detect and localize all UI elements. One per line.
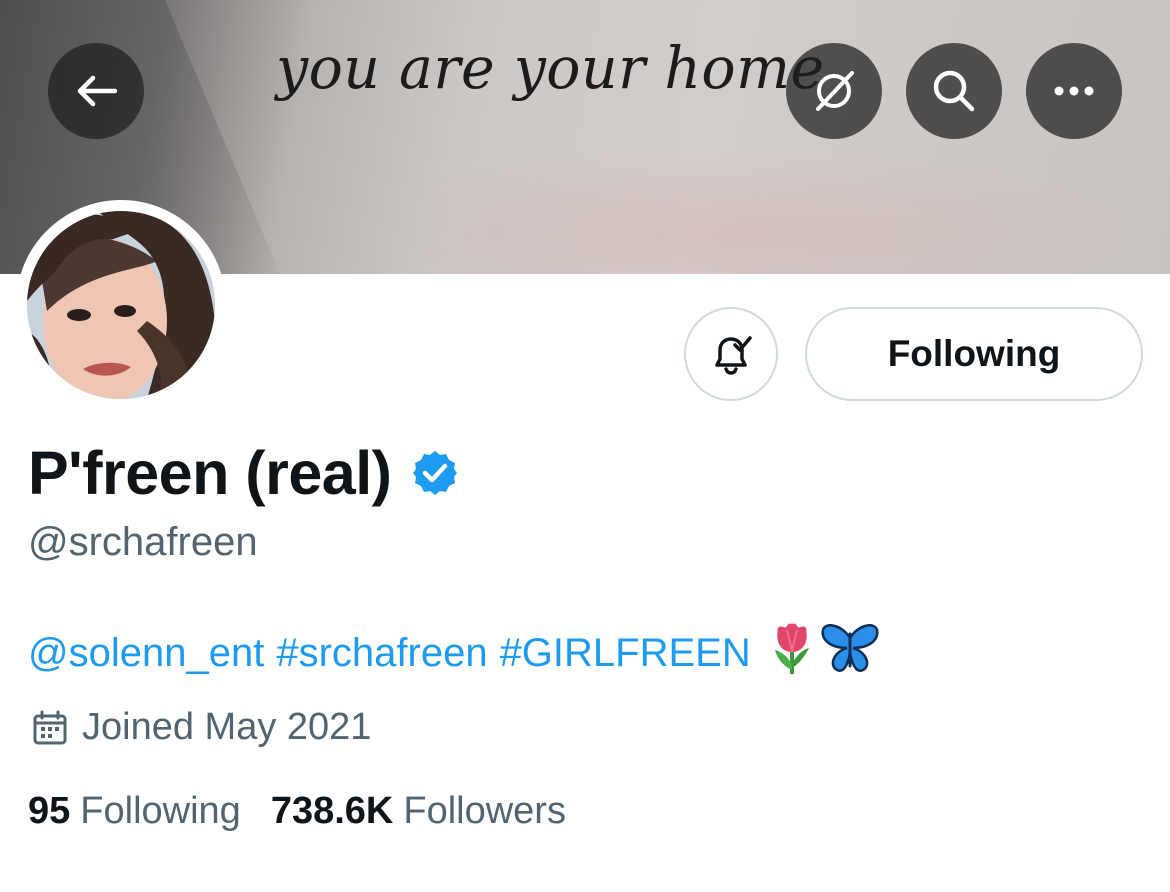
search-icon (933, 70, 975, 112)
search-button[interactable] (906, 43, 1002, 139)
bell-check-icon (715, 336, 752, 375)
joined-label: Joined May 2021 (82, 706, 372, 748)
following-label: Following (80, 790, 241, 832)
back-button[interactable] (48, 43, 144, 139)
bio-hashtag-link[interactable]: #GIRLFREEN (500, 631, 751, 676)
following-count: 95 (28, 790, 71, 832)
follow-stats: 95 Following 738.6K Followers (28, 790, 566, 833)
bio-hashtag-link[interactable]: #srchafreen (276, 631, 487, 676)
followers-stat[interactable]: 738.6K Followers (271, 790, 566, 833)
joined-date: Joined May 2021 (32, 706, 371, 749)
avatar-image (27, 211, 215, 399)
butterfly-emoji (821, 622, 879, 684)
tulip-emoji (769, 620, 815, 686)
calendar-icon (33, 710, 67, 744)
grok-icon (816, 71, 854, 111)
avatar[interactable] (27, 211, 215, 399)
more-button[interactable] (1026, 43, 1122, 139)
following-stat[interactable]: 95 Following (28, 790, 241, 833)
more-icon (1054, 86, 1094, 96)
following-button[interactable]: Following (805, 307, 1143, 401)
followers-count: 738.6K (270, 790, 394, 832)
profile-bio: @solenn_ent #srchafreen #GIRLFREEN (28, 620, 879, 686)
arrow-left-icon (77, 75, 117, 107)
banner-quote: you are your home (276, 34, 825, 102)
display-name: P'freen (real) (28, 439, 392, 507)
grok-button[interactable] (786, 43, 882, 139)
verified-badge-icon[interactable] (411, 449, 459, 497)
followers-label: Followers (403, 790, 566, 832)
bio-mention-link[interactable]: @solenn_ent (28, 631, 264, 676)
name-row: P'freen (real) (28, 438, 459, 508)
notifications-button[interactable] (684, 307, 778, 401)
profile-handle: @srchafreen (28, 520, 258, 564)
banner-tint (430, 140, 1170, 274)
